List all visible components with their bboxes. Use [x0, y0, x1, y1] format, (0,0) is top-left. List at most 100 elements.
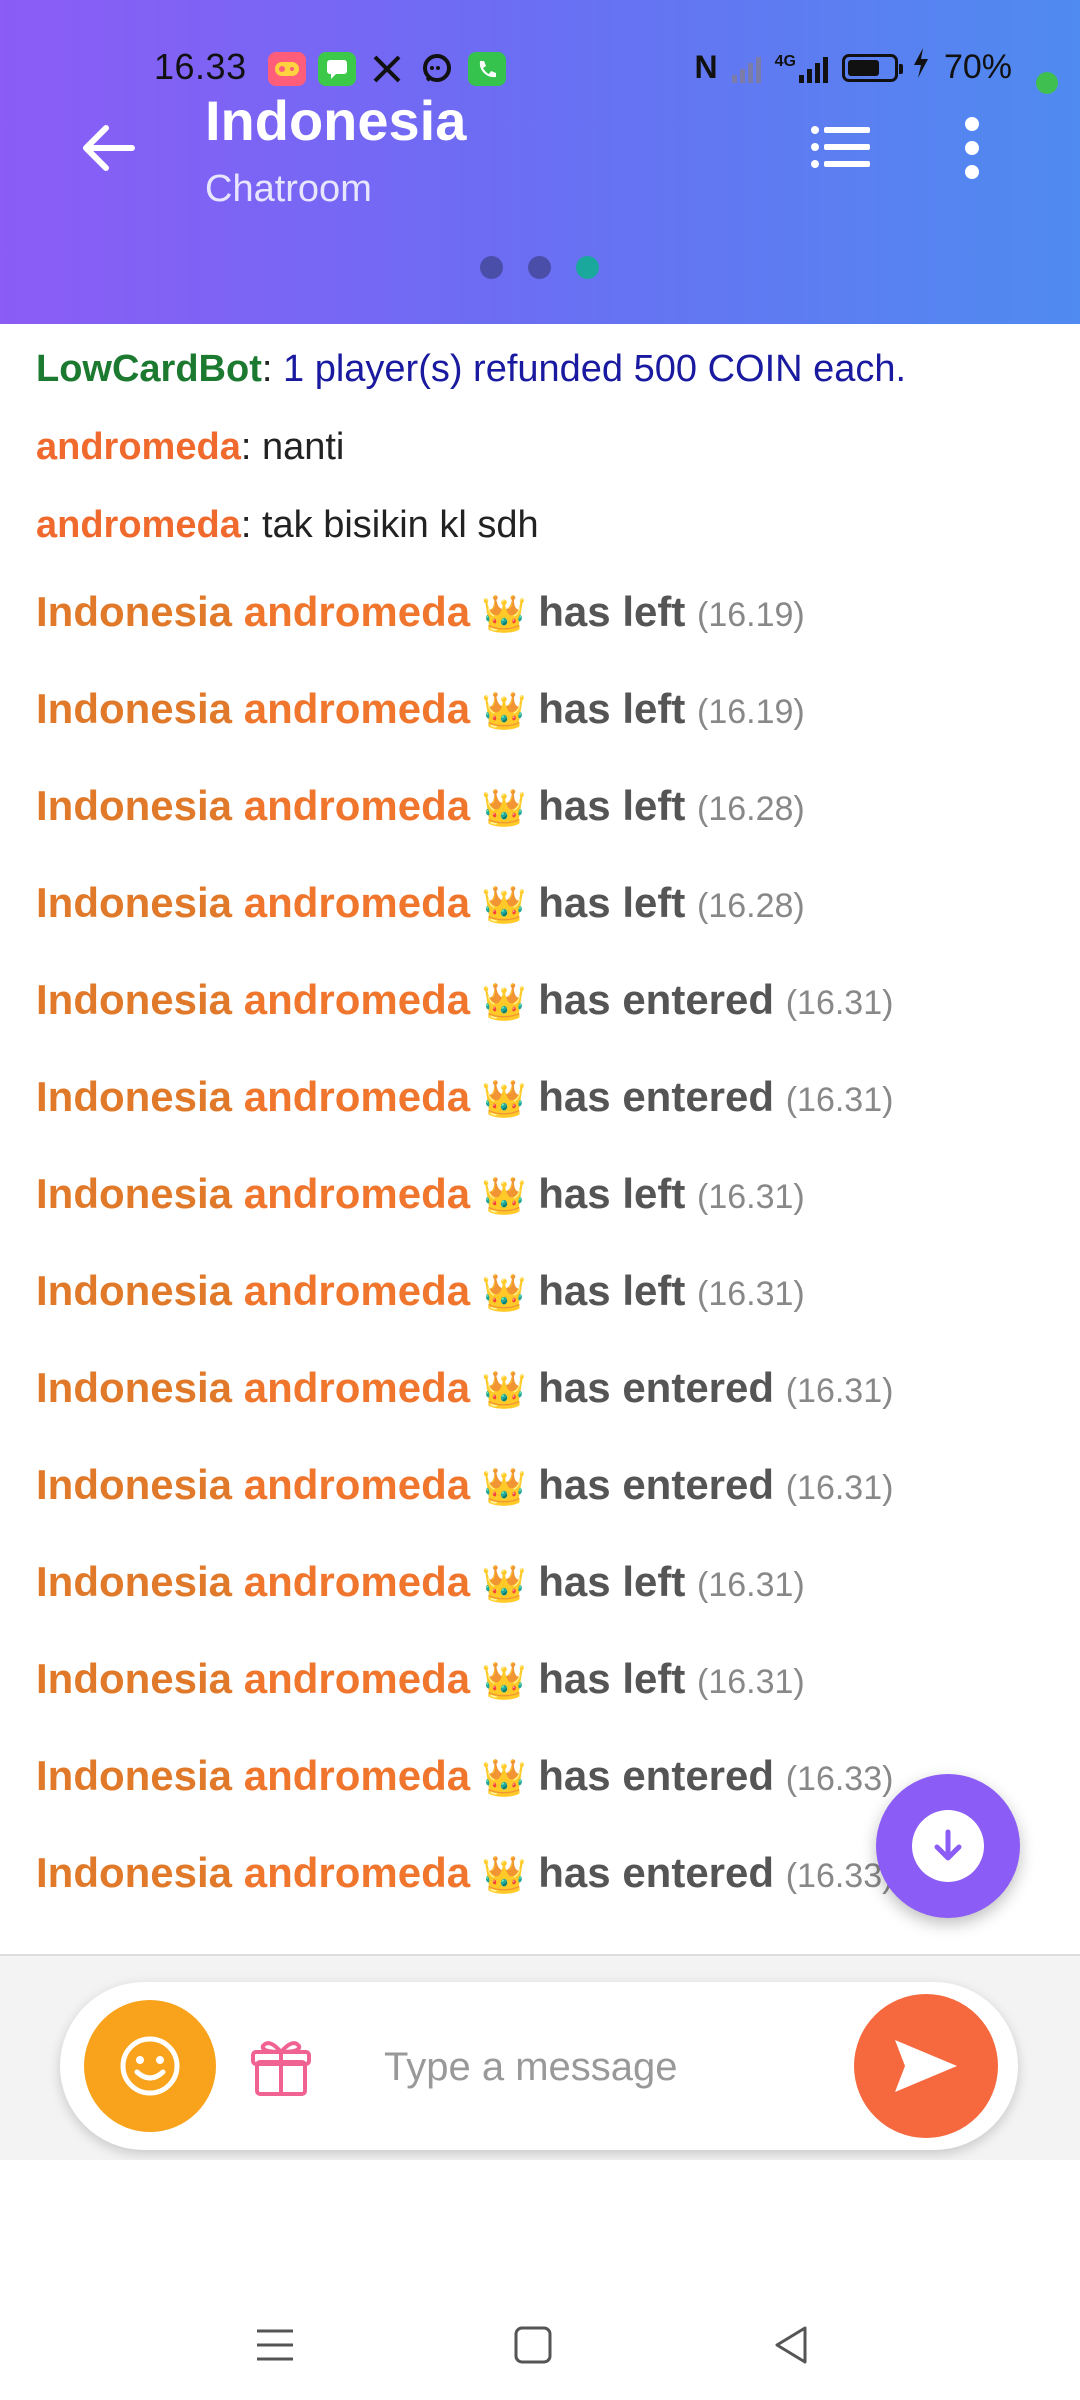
- user-name[interactable]: andromeda: [244, 782, 470, 829]
- square-icon: [514, 2326, 552, 2364]
- user-name[interactable]: andromeda: [244, 1267, 470, 1314]
- page-dot[interactable]: [528, 256, 551, 279]
- room-name[interactable]: Indonesia: [36, 1461, 232, 1508]
- user-name[interactable]: andromeda: [244, 1752, 470, 1799]
- sender-name[interactable]: andromeda: [36, 504, 241, 546]
- room-name[interactable]: Indonesia: [36, 1170, 232, 1217]
- room-event-row: Indonesia andromeda 👑 has left (16.31): [36, 1170, 805, 1218]
- room-name[interactable]: Indonesia: [36, 1364, 232, 1411]
- event-action: has entered: [538, 1073, 775, 1120]
- page-dot[interactable]: [480, 256, 503, 279]
- back-nav-button[interactable]: [756, 2310, 826, 2380]
- room-event-row: Indonesia andromeda 👑 has entered (16.33…: [36, 1849, 893, 1897]
- event-time: (16.31): [785, 1081, 894, 1119]
- event-time: (16.31): [785, 984, 894, 1022]
- back-button[interactable]: [72, 112, 144, 184]
- emoji-button[interactable]: [84, 2000, 216, 2132]
- user-name[interactable]: andromeda: [244, 1849, 470, 1896]
- triangle-back-icon: [775, 2326, 807, 2364]
- user-name[interactable]: andromeda: [244, 588, 470, 635]
- room-name[interactable]: Indonesia: [36, 1849, 232, 1896]
- system-nav-bar: [0, 2160, 1080, 2400]
- message-text: tak bisikin kl sdh: [261, 504, 539, 546]
- sender-name[interactable]: LowCardBot: [36, 348, 262, 390]
- event-time: (16.19): [697, 693, 805, 731]
- event-action: has left: [538, 879, 686, 926]
- sender-name[interactable]: andromeda: [36, 426, 241, 468]
- event-time: (16.31): [697, 1566, 805, 1604]
- room-name[interactable]: Indonesia: [36, 685, 232, 732]
- game-icon: [268, 52, 306, 86]
- chat-message: andromeda: tak bisikin kl sdh: [36, 504, 539, 547]
- room-name[interactable]: Indonesia: [36, 976, 232, 1023]
- more-options-button[interactable]: [940, 108, 1004, 188]
- room-name[interactable]: Indonesia: [36, 1073, 232, 1120]
- scroll-to-bottom-button[interactable]: [876, 1774, 1020, 1918]
- separator: :: [261, 348, 283, 390]
- room-name[interactable]: Indonesia: [36, 1558, 232, 1605]
- user-name[interactable]: andromeda: [244, 1655, 470, 1702]
- menu-nav-button[interactable]: [240, 2310, 310, 2380]
- event-action: has entered: [538, 1461, 775, 1508]
- gift-button[interactable]: [246, 2032, 316, 2102]
- event-action: has left: [538, 1655, 686, 1702]
- room-event-row: Indonesia andromeda 👑 has entered (16.31…: [36, 1364, 893, 1412]
- room-event-row: Indonesia andromeda 👑 has entered (16.31…: [36, 1073, 893, 1121]
- status-time: 16.33: [154, 46, 247, 87]
- room-name[interactable]: Indonesia: [36, 1267, 232, 1314]
- user-name[interactable]: andromeda: [244, 1073, 470, 1120]
- arrow-left-icon: [83, 125, 135, 171]
- event-action: has left: [538, 685, 686, 732]
- room-name[interactable]: Indonesia: [36, 1655, 232, 1702]
- user-name[interactable]: andromeda: [244, 976, 470, 1023]
- event-action: has left: [538, 588, 686, 635]
- crown-icon: 👑: [481, 1757, 527, 1798]
- separator: :: [240, 504, 262, 546]
- room-event-row: Indonesia andromeda 👑 has entered (16.31…: [36, 976, 893, 1024]
- crown-icon: 👑: [481, 690, 527, 731]
- chat-icon: [418, 52, 456, 86]
- home-nav-button[interactable]: [498, 2310, 568, 2380]
- more-vertical-icon: [965, 117, 979, 179]
- crown-icon: 👑: [481, 1272, 527, 1313]
- app-header: 16.33 N 4G 70% Indonesia Chatroom: [0, 0, 1080, 324]
- page-subtitle: Chatroom: [205, 168, 372, 210]
- battery-icon: [841, 53, 903, 82]
- room-name[interactable]: Indonesia: [36, 782, 232, 829]
- status-right: N 4G 70%: [694, 48, 1012, 87]
- signal-icon-2: 4G: [775, 53, 828, 83]
- user-name[interactable]: andromeda: [244, 1170, 470, 1217]
- user-name[interactable]: andromeda: [244, 1364, 470, 1411]
- room-name[interactable]: Indonesia: [36, 588, 232, 635]
- page-dot-active[interactable]: [576, 256, 599, 279]
- arrow-down-icon: [934, 1829, 962, 1861]
- room-name[interactable]: Indonesia: [36, 1752, 232, 1799]
- camera-indicator-icon: [1036, 72, 1058, 94]
- user-name[interactable]: andromeda: [244, 1558, 470, 1605]
- participants-list-button[interactable]: [806, 112, 876, 182]
- event-action: has left: [538, 1558, 686, 1605]
- event-action: has entered: [538, 1849, 775, 1896]
- notification-icons: [268, 52, 506, 86]
- status-bar: 16.33 N 4G 70%: [0, 40, 1080, 102]
- user-name[interactable]: andromeda: [244, 879, 470, 926]
- user-name[interactable]: andromeda: [244, 1461, 470, 1508]
- send-button[interactable]: [854, 1994, 998, 2138]
- chat-messages[interactable]: LowCardBot: 1 player(s) refunded 500 COI…: [0, 324, 1080, 1954]
- smiley-icon: [120, 2036, 180, 2096]
- event-time: (16.31): [785, 1469, 894, 1507]
- nfc-icon: N: [694, 49, 718, 85]
- room-name[interactable]: Indonesia: [36, 879, 232, 926]
- event-time: (16.28): [697, 790, 805, 828]
- event-action: has left: [538, 1170, 686, 1217]
- user-name[interactable]: andromeda: [244, 685, 470, 732]
- room-event-row: Indonesia andromeda 👑 has left (16.31): [36, 1267, 805, 1315]
- x-icon: [368, 52, 406, 86]
- event-action: has entered: [538, 976, 775, 1023]
- event-time: (16.19): [697, 596, 805, 634]
- message-input[interactable]: [382, 2022, 846, 2112]
- charging-icon: [912, 48, 930, 87]
- crown-icon: 👑: [481, 1175, 527, 1216]
- event-time: (16.33): [785, 1760, 894, 1798]
- crown-icon: 👑: [481, 981, 527, 1022]
